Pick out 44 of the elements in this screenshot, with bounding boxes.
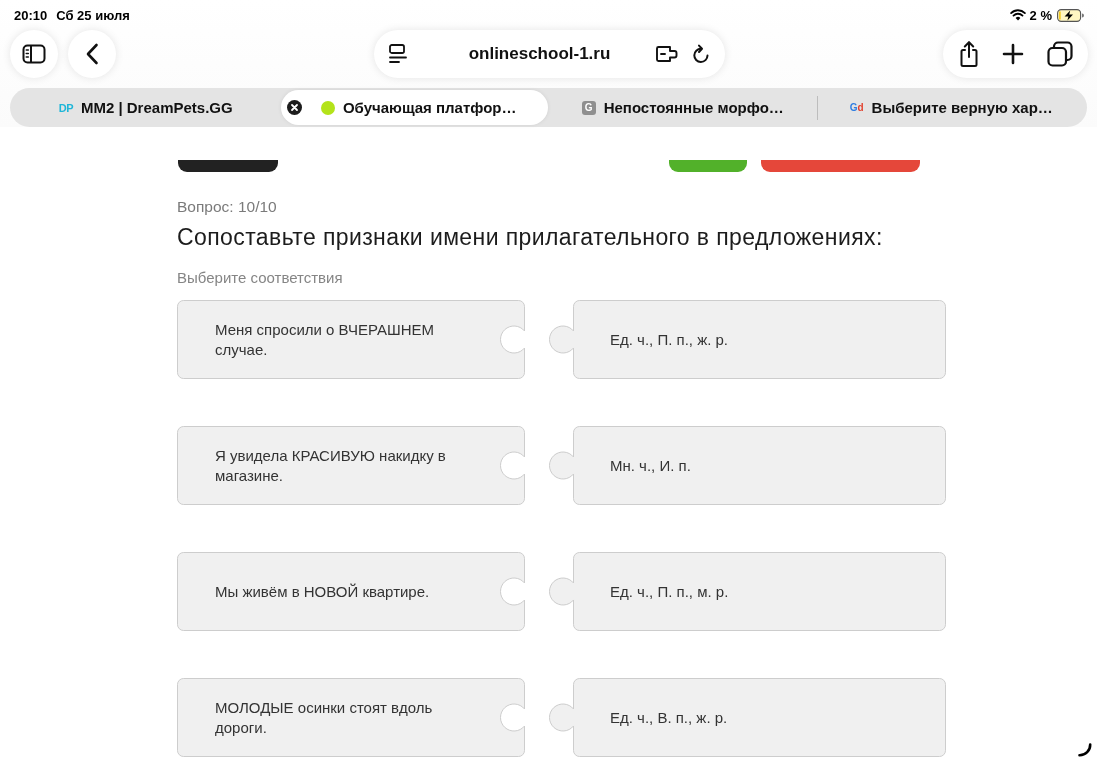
- arc-icon: [1078, 743, 1092, 757]
- page-menu-icon: [388, 44, 407, 64]
- puzzle-piece[interactable]: Мн. ч., И. п.: [549, 426, 946, 505]
- site-logo: DP: [58, 101, 73, 114]
- tabs-button[interactable]: [1046, 41, 1073, 67]
- sidebar-button[interactable]: [10, 30, 58, 78]
- back-icon: [85, 43, 99, 65]
- status-time: 20:10: [14, 7, 48, 23]
- question-title: Сопоставьте признаки имени прилагательного в предложениях:: [177, 223, 883, 251]
- puzzle-piece[interactable]: Ед. ч., П. п., м. р.: [549, 552, 946, 631]
- site-logo: Gd: [849, 102, 864, 113]
- hint-text: Выберите соответствия: [177, 269, 343, 287]
- new-tab-button[interactable]: [1002, 43, 1025, 65]
- tabs-icon: [1046, 41, 1073, 67]
- url-text: onlineschool-1.ru: [467, 44, 612, 64]
- address-bar[interactable]: onlineschool-1.ru: [373, 30, 725, 78]
- share-button[interactable]: [958, 40, 981, 68]
- puzzle-piece[interactable]: Ед. ч., В. п., ж. р.: [549, 678, 946, 757]
- tab[interactable]: G Непостоянные морфо…: [549, 90, 817, 125]
- puzzle-piece[interactable]: Меня спросили о ВЧЕРАШНЕМ случае.: [177, 300, 525, 379]
- site-logo: G: [581, 100, 596, 115]
- question-counter: Вопрос: 10/10: [177, 197, 277, 217]
- close-icon: [286, 100, 302, 115]
- puzzle-icon: [654, 44, 679, 64]
- puzzle-piece[interactable]: Я увидела КРАСИВУЮ накидку в магазине.: [177, 426, 525, 505]
- cut-off-button[interactable]: [178, 160, 278, 172]
- tab[interactable]: Gd Выберите верную хар…: [817, 90, 1085, 125]
- extension-button[interactable]: [654, 44, 679, 64]
- reload-icon: [691, 44, 710, 64]
- page-menu-button[interactable]: [388, 44, 407, 64]
- tab[interactable]: Обучающая платфор…: [280, 90, 548, 125]
- tab[interactable]: DP MM2 | DreamPets.GG: [12, 90, 280, 125]
- battery-percent: 2 %: [1029, 7, 1052, 23]
- puzzle-piece[interactable]: Мы живём в НОВОЙ квартире.: [177, 552, 525, 631]
- sidebar-icon: [22, 44, 46, 64]
- battery-icon: [1057, 8, 1084, 22]
- plus-icon: [1002, 43, 1025, 65]
- back-button[interactable]: [68, 30, 116, 78]
- reload-button[interactable]: [691, 44, 710, 64]
- puzzle-piece[interactable]: Ед. ч., П. п., ж. р.: [549, 300, 946, 379]
- status-date: Сб 25 июля: [56, 7, 130, 23]
- wifi-icon: [1009, 9, 1026, 21]
- share-icon: [958, 40, 981, 68]
- puzzle-piece[interactable]: МОЛОДЫЕ осинки стоят вдоль дороги.: [177, 678, 525, 757]
